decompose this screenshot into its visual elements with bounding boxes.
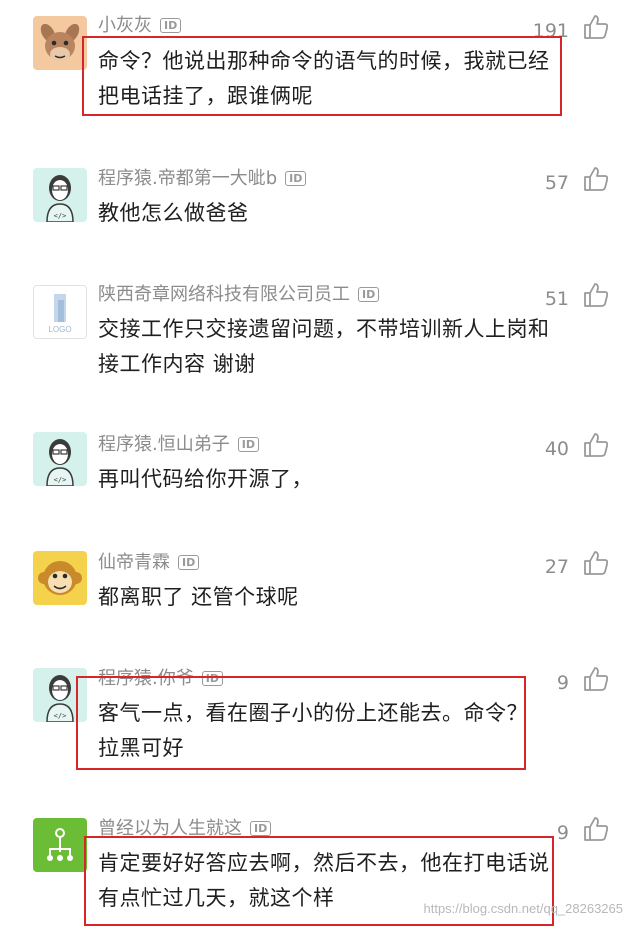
comment-username[interactable]: 程序猿.恒山弟子 ID xyxy=(98,434,259,456)
comment-text: 交接工作只交接遗留问题，不带培训新人上岗和接工作内容 谢谢 xyxy=(98,317,550,376)
comment-username[interactable]: 小灰灰 ID xyxy=(98,15,182,37)
thumbs-up-icon[interactable] xyxy=(583,14,609,40)
id-badge: ID xyxy=(237,437,259,452)
svg-text:</>: </> xyxy=(54,712,67,720)
username-text[interactable]: 仙帝青霖 xyxy=(98,552,170,573)
comment-username[interactable]: 程序猿.帝都第一大呲b ID xyxy=(98,168,307,190)
like-count: 40 xyxy=(544,438,569,460)
thumbs-up-icon[interactable] xyxy=(583,550,609,576)
logo-text: LOGO xyxy=(48,325,71,334)
thumbs-up-icon[interactable] xyxy=(583,816,609,842)
username-text[interactable]: 小灰灰 xyxy=(98,15,152,36)
highlight-box xyxy=(76,676,526,770)
comment-text: 再叫代码给你开源了， xyxy=(98,467,313,491)
like-count: 9 xyxy=(556,672,569,694)
id-badge: ID xyxy=(285,171,307,186)
avatar-monkey[interactable] xyxy=(33,551,87,605)
svg-text:</>: </> xyxy=(54,212,67,220)
id-badge: ID xyxy=(160,18,182,33)
comment-username[interactable]: 陕西奇章网络科技有限公司员工 ID xyxy=(98,284,380,306)
avatar-logo[interactable]: LOGO xyxy=(33,285,87,339)
thumbs-up-icon[interactable] xyxy=(583,282,609,308)
comment-text: 教他怎么做爸爸 xyxy=(98,201,249,225)
id-badge: ID xyxy=(358,287,380,302)
watermark: https://blog.csdn.net/qq_28263265 xyxy=(423,901,624,916)
thumbs-up-icon[interactable] xyxy=(583,166,609,192)
avatar-donkey[interactable] xyxy=(33,16,87,70)
like-count: 27 xyxy=(544,556,569,578)
username-text[interactable]: 程序猿.恒山弟子 xyxy=(98,434,230,455)
thumbs-up-icon[interactable] xyxy=(583,666,609,692)
svg-text:</>: </> xyxy=(54,476,67,484)
username-text[interactable]: 陕西奇章网络科技有限公司员工 xyxy=(98,284,350,305)
like-count: 51 xyxy=(544,288,569,310)
id-badge: ID xyxy=(250,821,272,836)
username-text[interactable]: 程序猿.帝都第一大呲b xyxy=(98,168,277,189)
comment-username[interactable]: 仙帝青霖 ID xyxy=(98,552,200,574)
highlight-box xyxy=(82,36,562,116)
thumbs-up-icon[interactable] xyxy=(583,432,609,458)
like-count: 9 xyxy=(556,822,569,844)
comment-text: 都离职了 还管个球呢 xyxy=(98,585,299,609)
avatar-coder[interactable]: </> xyxy=(33,432,87,486)
avatar-coder[interactable]: </> xyxy=(33,168,87,222)
avatar-tree[interactable] xyxy=(33,818,87,872)
id-badge: ID xyxy=(178,555,200,570)
like-count: 57 xyxy=(544,172,569,194)
